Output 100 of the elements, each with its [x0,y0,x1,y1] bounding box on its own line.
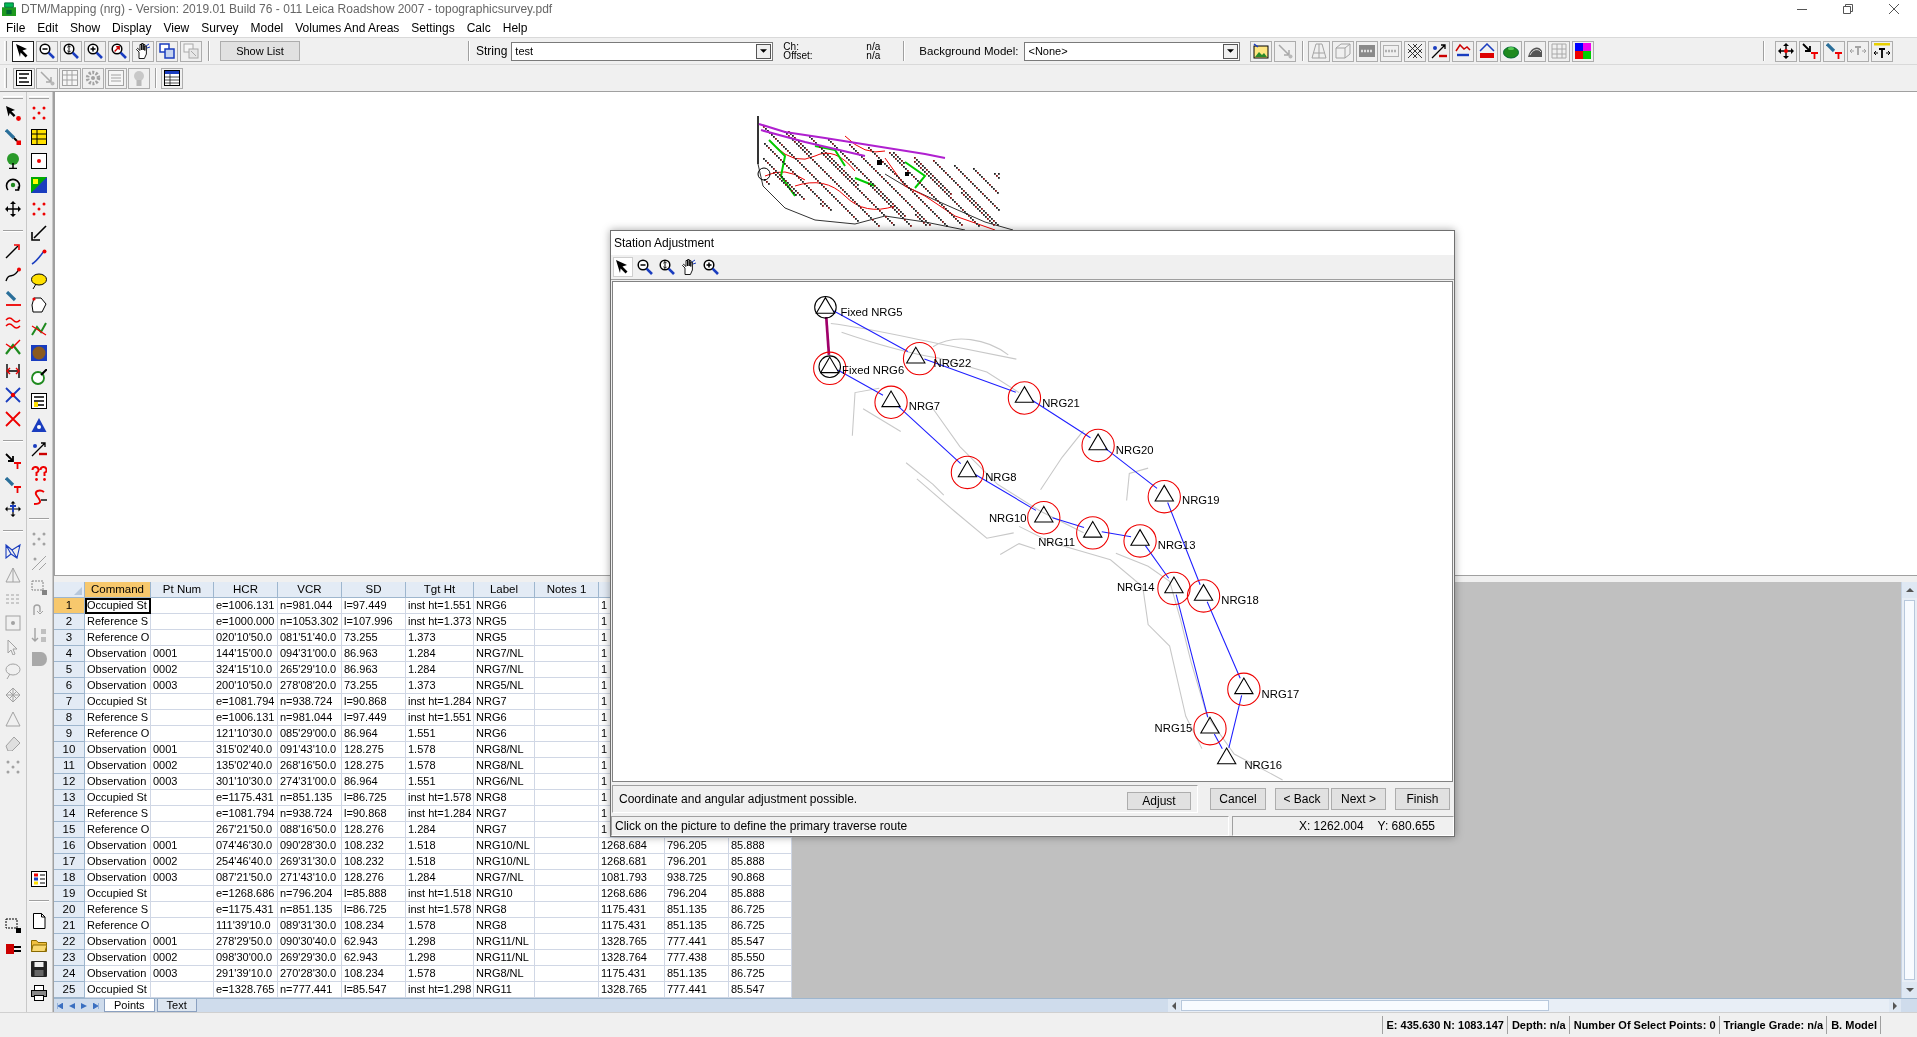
table-cell: 128.275 [342,758,406,774]
table-cell: Reference O [85,918,151,934]
table-cell: n=851.135 [278,790,342,806]
status-text: Depth: n/a [1506,1016,1569,1034]
table-cell: NRG6 [474,710,535,726]
table-cell: Observation [85,742,151,758]
table-cell: 200'10'50.0 [214,678,278,694]
table-cell: 1.578 [406,742,474,758]
table-cell: 094'31'00.0 [278,646,342,662]
table-cell: 088'16'50.0 [278,822,342,838]
table-cell: 62.943 [342,950,406,966]
status-text: Triangle Grade: n/a [1718,1016,1827,1034]
table-cell: NRG7 [474,694,535,710]
table-cell: 0001 [151,742,214,758]
table-cell: n=938.724 [278,806,342,822]
station-label: NRG8 [985,470,1017,483]
station-label: NRG7 [908,399,941,412]
table-cell: 1268.684 [599,838,665,854]
table-cell: 091'43'10.0 [278,742,342,758]
station-label: NRG10 [988,512,1027,525]
table-cell: 1.551 [406,774,474,790]
table-cell: n=1053.302 [278,614,342,630]
table-cell: 315'02'40.0 [214,742,278,758]
station-label: NRG20 [1115,443,1154,456]
table-cell: l=97.449 [342,710,406,726]
table-cell: Occupied St [85,982,151,998]
table-cell: 268'16'50.0 [278,758,342,774]
table-cell: 111'39'10.0 [214,918,278,934]
table-cell: 324'15'10.0 [214,662,278,678]
table-cell: 1175.431 [599,902,665,918]
table-cell: 254'46'40.0 [214,854,278,870]
table-cell: 121'10'30.0 [214,726,278,742]
table-cell: Reference O [85,726,151,742]
table-cell: NRG5/NL [474,678,535,694]
table-cell: 0003 [151,966,214,982]
table-cell: 777.438 [665,950,729,966]
table-cell: Occupied St [85,790,151,806]
table-cell: inst ht=1.298 [406,982,474,998]
table-cell: 0002 [151,950,214,966]
table-cell: 86.725 [729,966,792,982]
table-cell: 1.284 [406,646,474,662]
table-cell: inst ht=1.578 [406,790,474,806]
table-cell: 269'31'30.0 [278,854,342,870]
table-cell: NRG8/NL [474,742,535,758]
table-cell: Observation [85,646,151,662]
coordinate-text: Y: 680.655 [1377,819,1435,833]
table-cell: e=1081.794 [214,694,278,710]
table-cell: 269'29'30.0 [278,950,342,966]
table-cell: Occupied St [85,598,151,614]
table-cell: 128.275 [342,742,406,758]
station-label: NRG15 [1154,722,1193,735]
table-cell: 074'46'30.0 [214,838,278,854]
table-cell: 851.135 [665,966,729,982]
table-cell: 86.964 [342,774,406,790]
table-cell: 128.276 [342,870,406,886]
chainage-label: Ch: [783,42,799,51]
table-cell: 090'30'40.0 [278,934,342,950]
table-cell: 1.298 [406,934,474,950]
table-cell: NRG5 [474,614,535,630]
table-cell: e=1081.794 [214,806,278,822]
table-cell: 85.547 [729,982,792,998]
table-cell: l=85.547 [342,982,406,998]
table-cell: NRG8 [474,902,535,918]
table-cell: 85.888 [729,854,792,870]
table-cell: 86.964 [342,726,406,742]
table-cell: l=85.888 [342,886,406,902]
table-cell: NRG8 [474,918,535,934]
table-cell: 0001 [151,646,214,662]
table-cell: 144'15'00.0 [214,646,278,662]
table-cell: inst ht=1.284 [406,806,474,822]
chainage-value: n/a [866,42,882,51]
table-cell: e=1175.431 [214,902,278,918]
table-cell: NRG11/NL [474,934,535,950]
table-cell: Observation [85,774,151,790]
table-cell: Observation [85,950,151,966]
table-cell: Observation [85,678,151,694]
table-cell: Reference S [85,614,151,630]
table-cell: 85.550 [729,950,792,966]
table-cell: 274'31'00.0 [278,774,342,790]
status-text: B. Model [1826,1016,1880,1034]
station-label: NRG17 [1261,687,1300,700]
table-cell: 85.888 [729,838,792,854]
station-label: NRG18 [1221,594,1259,607]
station-label: NRG19 [1182,494,1220,507]
table-cell: 796.205 [665,838,729,854]
table-cell: e=1006.131 [214,598,278,614]
table-cell: inst ht=1.551 [406,598,474,614]
table-cell: NRG11 [474,982,535,998]
table-cell: inst ht=1.551 [406,710,474,726]
table-cell: 098'30'00.0 [214,950,278,966]
offset-label: Offset: [783,51,814,60]
table-cell: e=1328.765 [214,982,278,998]
table-cell: 265'29'10.0 [278,662,342,678]
table-cell: NRG7 [474,806,535,822]
table-cell: 0002 [151,854,214,870]
table-cell: 1268.686 [599,886,665,902]
table-cell: 301'10'30.0 [214,774,278,790]
table-cell: NRG8 [474,790,535,806]
table-cell: 851.135 [665,902,729,918]
table-cell: 86.725 [729,902,792,918]
